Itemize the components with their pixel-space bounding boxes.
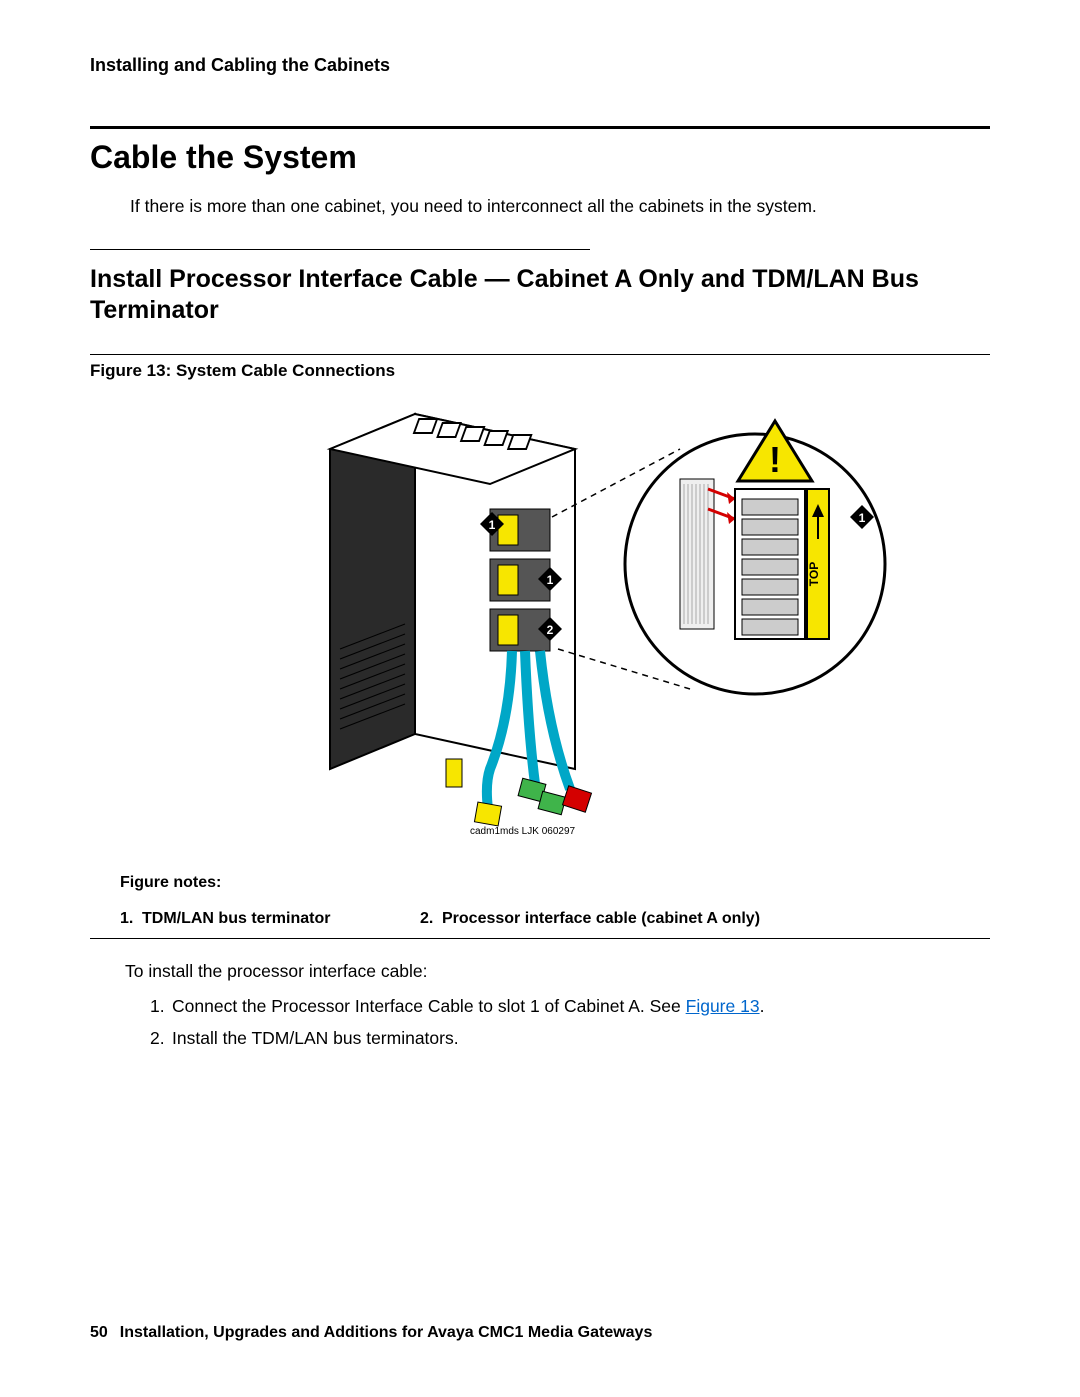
figure-link[interactable]: Figure 13 (686, 996, 760, 1016)
figure-note-item: 2. Processor interface cable (cabinet A … (420, 910, 760, 928)
list-item: 2.Install the TDM/LAN bus terminators. (150, 1024, 990, 1052)
rule-figure (90, 354, 990, 355)
step-number: 2. (150, 1024, 172, 1052)
figure-note-number: 1. (120, 910, 142, 928)
figure-notes: 1. TDM/LAN bus terminator 2. Processor i… (120, 910, 990, 928)
cabinet-icon: 1 1 2 (330, 414, 592, 826)
svg-text:!: ! (769, 439, 781, 480)
figure-note-text: TDM/LAN bus terminator (142, 910, 330, 928)
rule-top (90, 126, 990, 129)
figure-diagram: 1 1 2 (90, 389, 990, 864)
step-text-after: . (760, 996, 765, 1016)
figure-title: Figure 13: System Cable Connections (90, 361, 990, 381)
running-head: Installing and Cabling the Cabinets (90, 55, 990, 76)
figure-note-text: Processor interface cable (cabinet A onl… (442, 910, 760, 928)
page-footer: 50 Installation, Upgrades and Additions f… (90, 1324, 652, 1342)
document-page: Installing and Cabling the Cabinets Cabl… (0, 0, 1080, 1397)
list-item: 1.Connect the Processor Interface Cable … (150, 992, 990, 1020)
callout-text: 1 (547, 573, 554, 587)
callout-text: 1 (489, 518, 496, 532)
step-text: Install the TDM/LAN bus terminators. (172, 1028, 459, 1048)
body-lead: To install the processor interface cable… (125, 961, 990, 982)
step-number: 1. (150, 992, 172, 1020)
heading-level-2: Install Processor Interface Cable — Cabi… (90, 264, 990, 327)
rule-mid (90, 249, 590, 250)
figure-ref-text: cadm1mds LJK 060297 (470, 826, 576, 837)
footer-doc-title: Installation, Upgrades and Additions for… (120, 1324, 653, 1341)
top-label: TOP (807, 562, 821, 586)
figure-note-item: 1. TDM/LAN bus terminator (120, 910, 420, 928)
rule-figure-bottom (90, 938, 990, 939)
figure-notes-heading: Figure notes: (120, 874, 990, 892)
intro-paragraph: If there is more than one cabinet, you n… (130, 194, 990, 219)
step-text: Connect the Processor Interface Cable to… (172, 996, 686, 1016)
ordered-steps: 1.Connect the Processor Interface Cable … (150, 992, 990, 1052)
page-number: 50 (90, 1324, 108, 1341)
figure-note-number: 2. (420, 910, 442, 928)
heading-level-1: Cable the System (90, 139, 990, 176)
callout-text: 1 (859, 511, 866, 525)
callout-text: 2 (547, 623, 554, 637)
